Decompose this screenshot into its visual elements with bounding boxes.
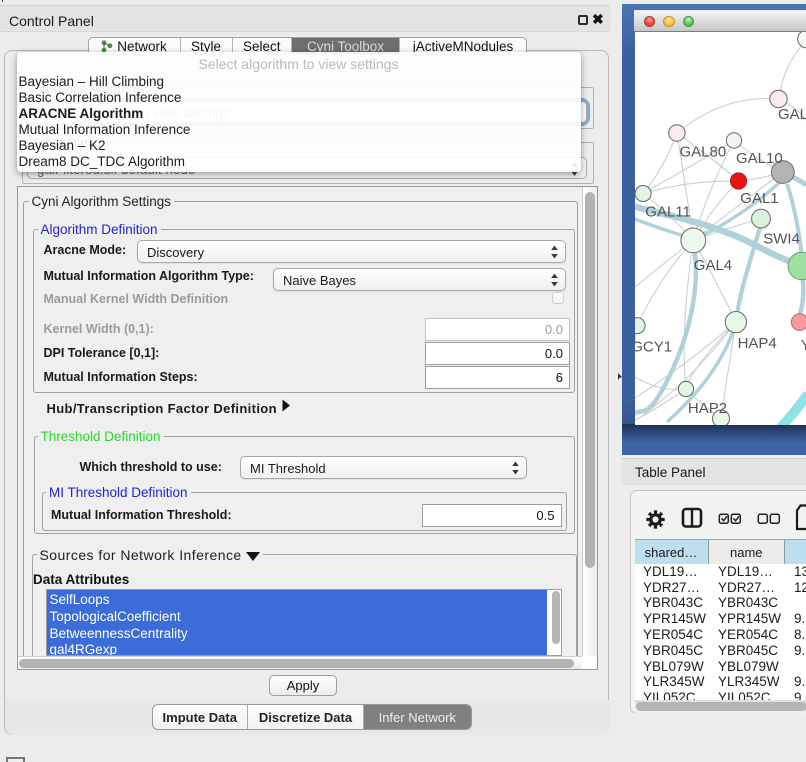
svg-text:GAL4: GAL4 — [694, 257, 732, 274]
svg-text:GAL10: GAL10 — [736, 150, 783, 167]
svg-text:GAL80: GAL80 — [680, 144, 727, 161]
svg-text:GAL: GAL — [778, 106, 806, 123]
svg-text:HAP2: HAP2 — [688, 400, 727, 417]
svg-text:GAL1: GAL1 — [740, 190, 778, 207]
svg-text:GAL11: GAL11 — [645, 204, 691, 221]
svg-text:SWI4: SWI4 — [763, 231, 800, 248]
svg-text:HAP4: HAP4 — [738, 335, 777, 352]
svg-text:Y: Y — [801, 337, 806, 354]
svg-text:GCY1: GCY1 — [635, 339, 672, 356]
